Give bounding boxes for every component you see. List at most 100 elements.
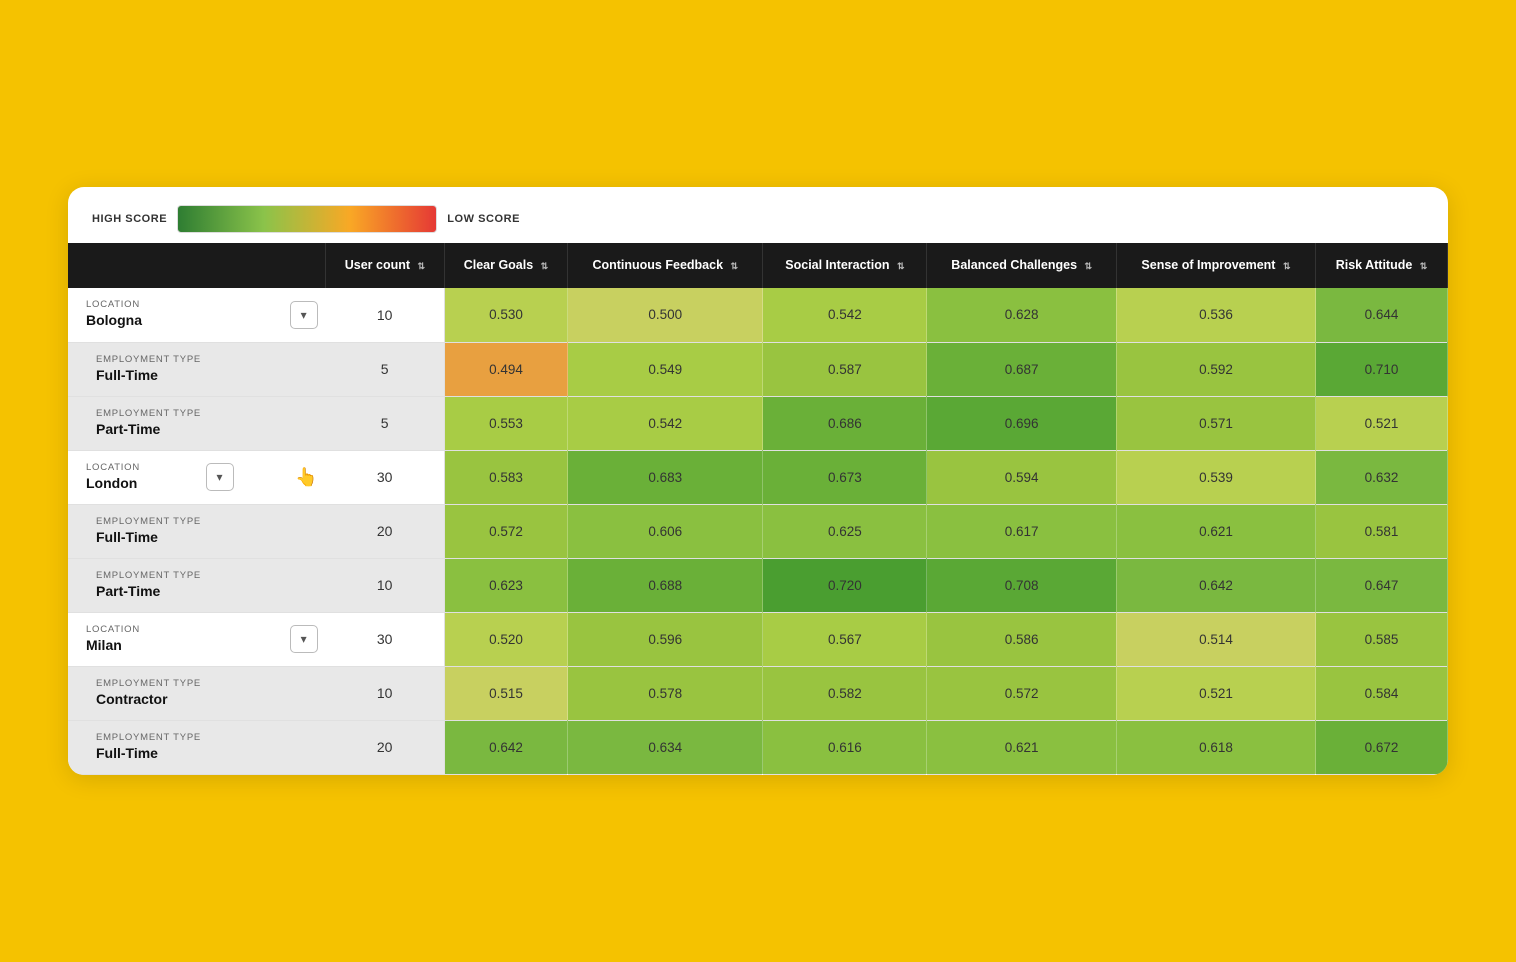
score-cell-social-interaction: 0.567 bbox=[763, 612, 927, 666]
sort-icon-social-interaction[interactable]: ⇅ bbox=[897, 260, 905, 272]
sort-icon-sense-improvement[interactable]: ⇅ bbox=[1283, 260, 1291, 272]
score-cell-balanced-challenges: 0.687 bbox=[927, 342, 1116, 396]
score-cell-social-interaction: 0.625 bbox=[763, 504, 927, 558]
score-cell-risk-attitude: 0.521 bbox=[1316, 396, 1448, 450]
score-cell-continuous-feedback: 0.606 bbox=[568, 504, 763, 558]
col-header-social-interaction[interactable]: Social Interaction ⇅ bbox=[763, 243, 927, 288]
score-cell-clear-goals: 0.515 bbox=[444, 666, 568, 720]
row-label-cell: EMPLOYMENT TYPE Part-Time bbox=[68, 396, 326, 450]
col-header-risk-attitude[interactable]: Risk Attitude ⇅ bbox=[1316, 243, 1448, 288]
location-row: LOCATION Milan ▾ 300.5200.5960.5670.5860… bbox=[68, 612, 1448, 666]
score-cell-sense-of-improvement: 0.539 bbox=[1116, 450, 1315, 504]
score-cell-risk-attitude: 0.585 bbox=[1316, 612, 1448, 666]
score-cell-balanced-challenges: 0.594 bbox=[927, 450, 1116, 504]
col-header-balanced-challenges[interactable]: Balanced Challenges ⇅ bbox=[927, 243, 1116, 288]
location-row: LOCATION London ▾👆 300.5830.6830.6730.59… bbox=[68, 450, 1448, 504]
row-type-label: LOCATION bbox=[86, 299, 142, 310]
row-type-label: EMPLOYMENT TYPE bbox=[96, 408, 318, 419]
employment-row: EMPLOYMENT TYPE Full-Time 50.4940.5490.5… bbox=[68, 342, 1448, 396]
expand-button[interactable]: ▾ bbox=[290, 301, 318, 329]
score-cell-risk-attitude: 0.581 bbox=[1316, 504, 1448, 558]
scores-table: User count ⇅ Clear Goals ⇅ Continuous Fe… bbox=[68, 243, 1448, 774]
row-name-label: Part-Time bbox=[96, 421, 160, 437]
score-cell-social-interaction: 0.587 bbox=[763, 342, 927, 396]
score-cell-sense-of-improvement: 0.592 bbox=[1116, 342, 1315, 396]
col-header-user-count[interactable]: User count ⇅ bbox=[326, 243, 445, 288]
row-type-label: LOCATION bbox=[86, 624, 140, 635]
score-cell-clear-goals: 0.623 bbox=[444, 558, 568, 612]
score-cell-clear-goals: 0.583 bbox=[444, 450, 568, 504]
row-type-label: EMPLOYMENT TYPE bbox=[96, 516, 318, 527]
expand-button[interactable]: ▾ bbox=[290, 625, 318, 653]
row-name-label: Full-Time bbox=[96, 745, 158, 761]
table-wrapper: User count ⇅ Clear Goals ⇅ Continuous Fe… bbox=[68, 243, 1448, 774]
score-cell-sense-of-improvement: 0.621 bbox=[1116, 504, 1315, 558]
sort-icon-user-count[interactable]: ⇅ bbox=[418, 260, 426, 272]
col-header-location bbox=[68, 243, 326, 288]
user-count-cell: 10 bbox=[326, 288, 445, 342]
legend: HIGH SCORE LOW SCORE bbox=[68, 187, 1448, 243]
score-cell-continuous-feedback: 0.578 bbox=[568, 666, 763, 720]
score-cell-balanced-challenges: 0.572 bbox=[927, 666, 1116, 720]
score-cell-continuous-feedback: 0.634 bbox=[568, 720, 763, 774]
score-cell-clear-goals: 0.642 bbox=[444, 720, 568, 774]
score-cell-continuous-feedback: 0.542 bbox=[568, 396, 763, 450]
score-cell-continuous-feedback: 0.500 bbox=[568, 288, 763, 342]
score-cell-social-interaction: 0.542 bbox=[763, 288, 927, 342]
row-label-cell: EMPLOYMENT TYPE Full-Time bbox=[68, 342, 326, 396]
score-cell-social-interaction: 0.720 bbox=[763, 558, 927, 612]
row-type-label: EMPLOYMENT TYPE bbox=[96, 354, 318, 365]
row-name-label: Milan bbox=[86, 637, 122, 653]
user-count-cell: 10 bbox=[326, 666, 445, 720]
score-cell-balanced-challenges: 0.621 bbox=[927, 720, 1116, 774]
sort-icon-risk-attitude[interactable]: ⇅ bbox=[1420, 260, 1428, 272]
expand-button[interactable]: ▾ bbox=[206, 463, 234, 491]
low-score-label: LOW SCORE bbox=[447, 213, 520, 225]
row-name-label: London bbox=[86, 475, 137, 491]
row-name-label: Contractor bbox=[96, 691, 168, 707]
row-label-cell: EMPLOYMENT TYPE Full-Time bbox=[68, 504, 326, 558]
col-header-sense-improvement[interactable]: Sense of Improvement ⇅ bbox=[1116, 243, 1315, 288]
score-cell-sense-of-improvement: 0.514 bbox=[1116, 612, 1315, 666]
col-header-continuous-feedback[interactable]: Continuous Feedback ⇅ bbox=[568, 243, 763, 288]
score-cell-balanced-challenges: 0.586 bbox=[927, 612, 1116, 666]
score-cell-continuous-feedback: 0.596 bbox=[568, 612, 763, 666]
row-type-label: LOCATION bbox=[86, 462, 140, 473]
location-row: LOCATION Bologna ▾ 100.5300.5000.5420.62… bbox=[68, 288, 1448, 342]
score-cell-sense-of-improvement: 0.536 bbox=[1116, 288, 1315, 342]
sort-icon-continuous-feedback[interactable]: ⇅ bbox=[731, 260, 739, 272]
user-count-cell: 5 bbox=[326, 396, 445, 450]
score-cell-clear-goals: 0.530 bbox=[444, 288, 568, 342]
row-name-label: Part-Time bbox=[96, 583, 160, 599]
score-cell-risk-attitude: 0.647 bbox=[1316, 558, 1448, 612]
row-name-label: Full-Time bbox=[96, 529, 158, 545]
employment-row: EMPLOYMENT TYPE Contractor 100.5150.578 0… bbox=[68, 666, 1448, 720]
row-name-label: Full-Time bbox=[96, 367, 158, 383]
main-card: HIGH SCORE LOW SCORE User count ⇅ Clear … bbox=[68, 187, 1448, 774]
score-cell-balanced-challenges: 0.617 bbox=[927, 504, 1116, 558]
sort-icon-clear-goals[interactable]: ⇅ bbox=[541, 260, 549, 272]
score-cell-social-interaction: 0.673 bbox=[763, 450, 927, 504]
score-cell-clear-goals: 0.494 bbox=[444, 342, 568, 396]
score-cell-clear-goals: 0.553 bbox=[444, 396, 568, 450]
score-cell-sense-of-improvement: 0.618 bbox=[1116, 720, 1315, 774]
score-cell-risk-attitude: 0.710 bbox=[1316, 342, 1448, 396]
score-cell-sense-of-improvement: 0.571 bbox=[1116, 396, 1315, 450]
table-header-row: User count ⇅ Clear Goals ⇅ Continuous Fe… bbox=[68, 243, 1448, 288]
score-cell-sense-of-improvement: 0.521 bbox=[1116, 666, 1315, 720]
score-cell-risk-attitude: 0.672 bbox=[1316, 720, 1448, 774]
user-count-cell: 10 bbox=[326, 558, 445, 612]
row-type-label: EMPLOYMENT TYPE bbox=[96, 732, 318, 743]
row-label-cell: LOCATION London ▾👆 bbox=[68, 450, 326, 504]
row-label-cell: EMPLOYMENT TYPE Full-Time bbox=[68, 720, 326, 774]
score-cell-continuous-feedback: 0.683 bbox=[568, 450, 763, 504]
row-label-cell: EMPLOYMENT TYPE Part-Time bbox=[68, 558, 326, 612]
employment-row: EMPLOYMENT TYPE Part-Time 100.6230.6880.… bbox=[68, 558, 1448, 612]
score-gradient-bar bbox=[177, 205, 437, 233]
col-header-clear-goals[interactable]: Clear Goals ⇅ bbox=[444, 243, 568, 288]
row-label-cell: LOCATION Bologna ▾ bbox=[68, 288, 326, 342]
row-label-cell: EMPLOYMENT TYPE Contractor bbox=[68, 666, 326, 720]
user-count-cell: 30 bbox=[326, 450, 445, 504]
sort-icon-balanced-challenges[interactable]: ⇅ bbox=[1085, 260, 1093, 272]
row-type-label: EMPLOYMENT TYPE bbox=[96, 678, 318, 689]
